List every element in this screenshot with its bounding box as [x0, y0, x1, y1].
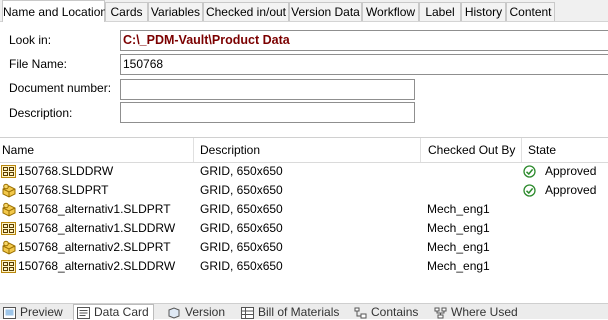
file-name: 150768_alternativ1.SLDDRW: [18, 221, 176, 235]
file-name-input[interactable]: 150768: [120, 54, 608, 75]
table-row[interactable]: 150768_alternativ2.SLDPRT GRID, 650x650 …: [0, 238, 608, 257]
checked-out-by: Mech_eng1: [427, 221, 490, 235]
tab-preview-label: Preview: [20, 305, 63, 319]
results-list: Name Description Checked Out By State 15…: [0, 133, 608, 303]
table-row[interactable]: 150768_alternativ1.SLDDRW GRID, 650x650 …: [0, 219, 608, 238]
table-row[interactable]: 150768.SLDDRW GRID, 650x650 Approved: [0, 162, 608, 181]
workflow-state: Approved: [545, 183, 597, 197]
results-header: Name Description Checked Out By State: [0, 137, 608, 163]
file-description: GRID, 650x650: [200, 221, 283, 235]
tab-content[interactable]: Content: [506, 2, 555, 21]
checked-out-by: Mech_eng1: [427, 259, 490, 273]
tab-checked-in-out[interactable]: Checked in/out: [203, 2, 289, 21]
approved-check-icon: [523, 184, 536, 197]
column-divider[interactable]: [521, 138, 522, 162]
file-name: 150768_alternativ2.SLDDRW: [18, 259, 176, 273]
checked-out-by: Mech_eng1: [427, 240, 490, 254]
version-icon: [168, 307, 180, 319]
bill-of-materials-icon: [241, 307, 254, 319]
file-name-label: File Name:: [9, 57, 68, 71]
tab-contains-label: Contains: [371, 305, 419, 319]
file-description: GRID, 650x650: [200, 202, 283, 216]
tab-where-used[interactable]: Where Used: [431, 305, 518, 320]
look-in-value: C:\_PDM-Vault\Product Data: [123, 33, 290, 47]
tab-version-data[interactable]: Version Data: [289, 2, 362, 21]
workflow-state: Approved: [545, 164, 597, 178]
file-name: 150768.SLDDRW: [18, 164, 114, 178]
document-number-label: Document number:: [9, 81, 112, 95]
tab-variables[interactable]: Variables: [148, 2, 203, 21]
table-row[interactable]: 150768_alternativ1.SLDPRT GRID, 650x650 …: [0, 200, 608, 219]
tab-where-used-label: Where Used: [451, 305, 518, 319]
tab-bill-of-materials-label: Bill of Materials: [258, 305, 340, 319]
file-description: GRID, 650x650: [200, 164, 283, 178]
tab-version[interactable]: Version: [165, 305, 225, 320]
description-label: Description:: [9, 106, 73, 120]
checked-out-by: Mech_eng1: [427, 202, 490, 216]
tab-data-card[interactable]: Data Card: [73, 304, 154, 320]
column-header-description[interactable]: Description: [199, 138, 260, 162]
data-card-icon: [77, 307, 90, 319]
preview-icon: [3, 307, 16, 319]
file-description: GRID, 650x650: [200, 183, 283, 197]
tab-contains[interactable]: Contains: [351, 305, 418, 320]
search-criteria-panel: Look in: C:\_PDM-Vault\Product Data File…: [0, 22, 608, 133]
where-used-icon: [434, 307, 447, 319]
part-icon: [2, 183, 16, 198]
table-row[interactable]: 150768.SLDPRT GRID, 650x650 Approved: [0, 181, 608, 200]
column-header-name[interactable]: Name: [1, 138, 34, 162]
file-name-value: 150768: [123, 57, 164, 71]
contains-icon: [354, 307, 367, 319]
tab-workflow[interactable]: Workflow: [362, 2, 419, 21]
file-description: GRID, 650x650: [200, 259, 283, 273]
tab-label[interactable]: Label: [419, 2, 461, 21]
drawing-icon: [1, 222, 16, 235]
preview-tabs: Preview Data Card Version Bill of Materi…: [0, 303, 608, 320]
part-icon: [2, 202, 16, 217]
file-description: GRID, 650x650: [200, 240, 283, 254]
tab-name-and-location[interactable]: Name and Location: [2, 0, 107, 22]
drawing-icon: [1, 165, 16, 178]
look-in-field[interactable]: C:\_PDM-Vault\Product Data: [120, 30, 608, 51]
column-header-state[interactable]: State: [527, 138, 556, 162]
tab-cards[interactable]: Cards: [105, 2, 148, 21]
column-divider[interactable]: [420, 138, 421, 162]
file-name: 150768_alternativ1.SLDPRT: [18, 202, 171, 216]
drawing-icon: [1, 260, 16, 273]
document-number-input[interactable]: [120, 79, 415, 100]
file-name: 150768.SLDPRT: [18, 183, 109, 197]
file-name: 150768_alternativ2.SLDPRT: [18, 240, 171, 254]
column-divider[interactable]: [193, 138, 194, 162]
tab-bill-of-materials[interactable]: Bill of Materials: [238, 305, 339, 320]
tab-data-card-label: Data Card: [94, 305, 149, 319]
part-icon: [2, 240, 16, 255]
search-tabs: Name and Location Cards Variables Checke…: [0, 0, 608, 22]
table-row[interactable]: 150768_alternativ2.SLDDRW GRID, 650x650 …: [0, 257, 608, 276]
tab-preview[interactable]: Preview: [0, 305, 63, 320]
description-input[interactable]: [120, 102, 415, 123]
column-header-checked-out-by[interactable]: Checked Out By: [427, 138, 515, 162]
tab-history[interactable]: History: [461, 2, 506, 21]
tab-version-label: Version: [185, 305, 226, 319]
approved-check-icon: [523, 165, 536, 178]
look-in-label: Look in:: [9, 33, 52, 47]
